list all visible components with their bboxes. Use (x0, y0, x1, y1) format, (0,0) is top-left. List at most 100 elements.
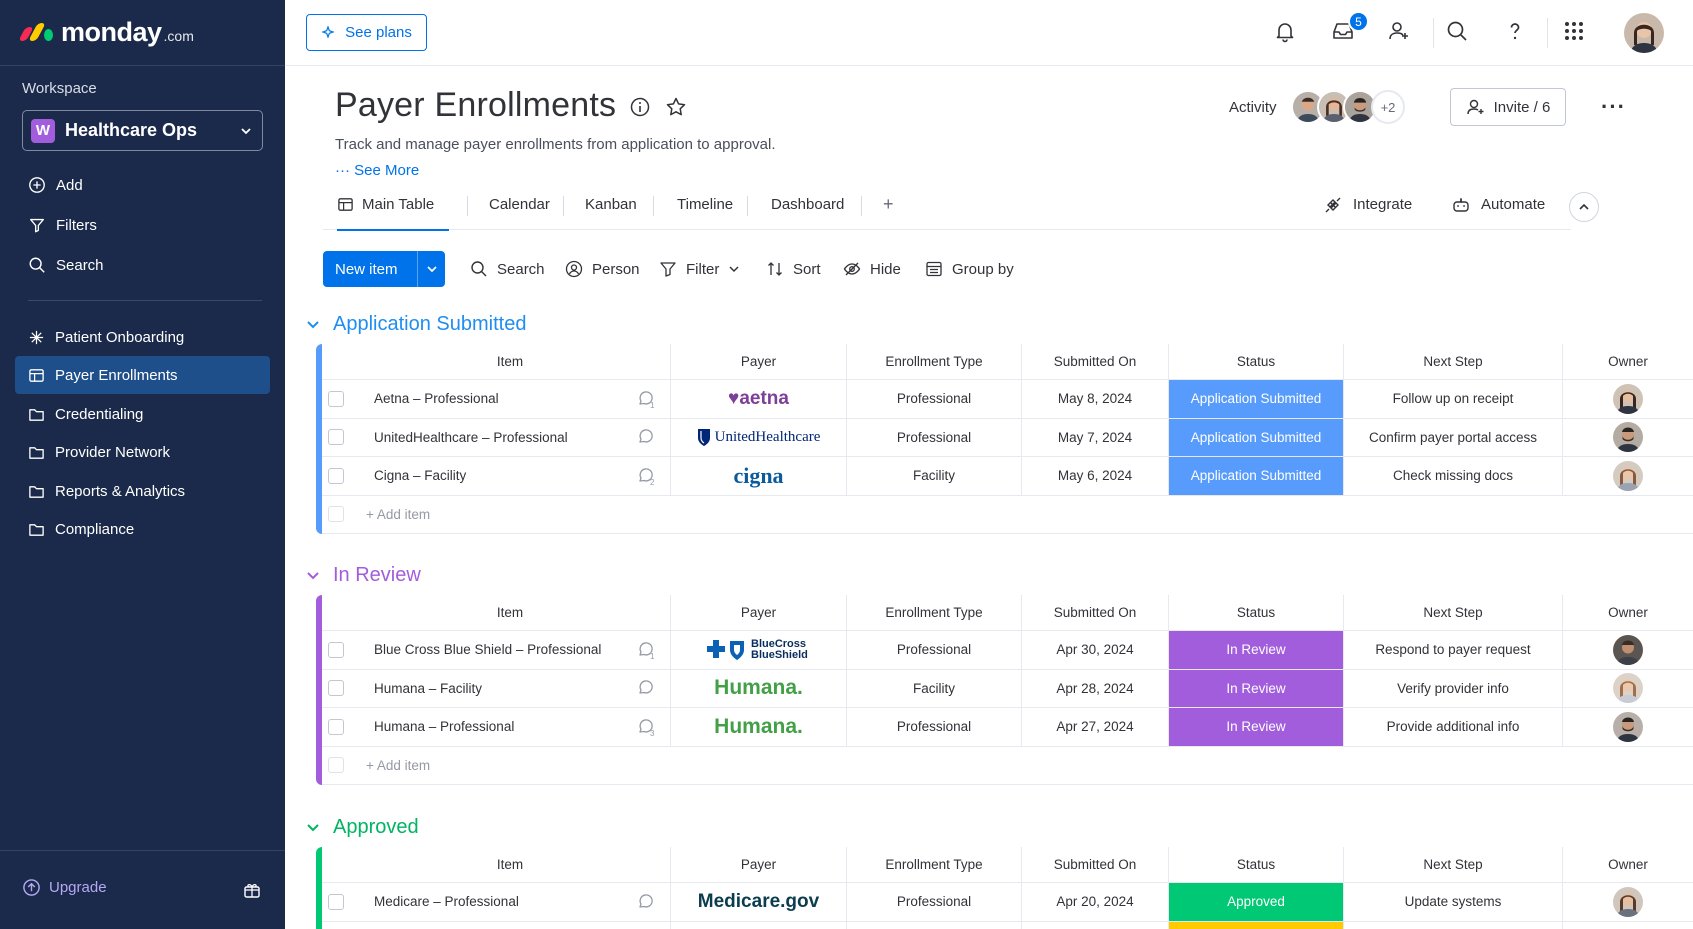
submitted-on-cell[interactable]: Apr 28, 2024 (1022, 669, 1169, 707)
status-cell[interactable]: In Review (1169, 669, 1344, 707)
column-header-next-step[interactable]: Next Step (1344, 847, 1563, 882)
toolbar-search[interactable]: Search (470, 251, 545, 287)
column-header-payer[interactable]: Payer (671, 344, 847, 379)
column-header-owner[interactable]: Owner (1563, 595, 1693, 630)
add-item-input[interactable]: + Add item (350, 758, 430, 773)
group-header-in-review[interactable]: In Review (305, 560, 421, 590)
add-item-row[interactable]: + Add item (322, 747, 1693, 785)
sidebar-item-reports-analytics[interactable]: Reports & Analytics (15, 472, 270, 510)
table-row[interactable]: UnitedHealthcare – Professional UnitedHe… (322, 418, 1693, 457)
item-cell[interactable]: UnitedHealthcare – Professional (350, 418, 671, 456)
group-title[interactable]: Application Submitted (333, 313, 526, 336)
see-more-link[interactable]: ··· See More (335, 162, 419, 179)
row-checkbox[interactable] (328, 893, 344, 910)
row-checkbox[interactable] (328, 467, 344, 484)
apps-button[interactable] (1561, 18, 1587, 44)
status-cell[interactable]: Application Submitted (1169, 418, 1344, 456)
invite-members-button[interactable] (1386, 18, 1412, 44)
enrollment-type-cell[interactable]: Professional (847, 708, 1022, 746)
row-checkbox[interactable] (328, 390, 344, 407)
group-header-approved[interactable]: Approved (305, 812, 419, 842)
comment-icon[interactable]: 2 (636, 466, 656, 486)
comment-icon[interactable]: 3 (636, 717, 656, 737)
item-cell[interactable]: Medicare – Professional (350, 883, 671, 921)
invite-button[interactable]: Invite / 6 (1450, 88, 1566, 126)
next-step-cell[interactable]: Verify provider info (1344, 669, 1563, 707)
payer-cell[interactable]: ♥aetna (671, 380, 847, 418)
owner-cell[interactable] (1563, 708, 1693, 746)
enrollment-type-cell[interactable]: Facility (847, 669, 1022, 707)
item-cell[interactable]: Cigna – Facility 2 (350, 457, 671, 495)
toolbar-group-by[interactable]: Group by (925, 251, 1014, 287)
next-step-cell[interactable]: Provide additional info (1344, 708, 1563, 746)
submitted-on-cell[interactable]: Apr 30, 2024 (1022, 631, 1169, 669)
owner-cell[interactable] (1563, 631, 1693, 669)
tab-calendar[interactable]: Calendar (489, 180, 550, 229)
table-row[interactable]: Aetna – Professional 1 ♥aetna Profession… (322, 380, 1693, 419)
column-header-item[interactable]: Item (350, 847, 671, 882)
table-row[interactable]: Humana – Facility Humana. Facility Apr 2… (322, 669, 1693, 708)
column-header-next-step[interactable]: Next Step (1344, 344, 1563, 379)
new-item-button[interactable]: New item (323, 251, 445, 287)
column-header-submitted-on[interactable]: Submitted On (1022, 344, 1169, 379)
comment-icon[interactable] (636, 892, 656, 912)
tab-timeline[interactable]: Timeline (677, 180, 733, 229)
tab-dashboard[interactable]: Dashboard (771, 180, 844, 229)
comment-icon[interactable] (636, 427, 656, 447)
see-plans-button[interactable]: See plans (306, 14, 427, 51)
integrate-button[interactable]: Integrate (1323, 180, 1412, 229)
automate-button[interactable]: Automate (1451, 180, 1545, 229)
status-cell[interactable]: Application Submitted (1169, 380, 1344, 418)
help-button[interactable] (1502, 18, 1528, 44)
chevron-down-icon[interactable] (305, 567, 321, 583)
payer-cell[interactable]: Humana. (671, 708, 847, 746)
activity-avatars[interactable]: +2 (1291, 90, 1405, 126)
comment-icon[interactable]: 1 (636, 389, 656, 409)
row-checkbox[interactable] (328, 680, 344, 697)
payer-cell[interactable]: UnitedHealthcare (671, 418, 847, 456)
group-title[interactable]: Approved (333, 816, 419, 839)
tab-kanban[interactable]: Kanban (585, 180, 637, 229)
row-checkbox[interactable] (328, 718, 344, 735)
sidebar-item-payer-enrollments[interactable]: Payer Enrollments (15, 356, 270, 394)
collapse-header-button[interactable] (1569, 192, 1599, 222)
owner-cell[interactable] (1563, 419, 1693, 457)
toolbar-hide[interactable]: Hide (843, 251, 901, 287)
column-header-enrollment-type[interactable]: Enrollment Type (847, 595, 1022, 630)
column-header-enrollment-type[interactable]: Enrollment Type (847, 344, 1022, 379)
column-header-payer[interactable]: Payer (671, 847, 847, 882)
sidebar-item-compliance[interactable]: Compliance (15, 510, 270, 548)
submitted-on-cell[interactable]: Apr 20, 2024 (1022, 883, 1169, 921)
table-row[interactable]: Cigna – Facility 2 cigna Facility May 6,… (322, 457, 1693, 496)
sidebar-item-patient-onboarding[interactable]: Patient Onboarding (15, 318, 270, 356)
owner-cell[interactable] (1563, 457, 1693, 495)
status-cell[interactable]: Application Submitted (1169, 457, 1344, 495)
owner-cell[interactable] (1563, 380, 1693, 418)
page-title[interactable]: Payer Enrollments (335, 86, 616, 125)
add-item-row[interactable]: + Add item (322, 496, 1693, 534)
group-header-application-submitted[interactable]: Application Submitted (305, 309, 526, 339)
tab-main-table[interactable]: Main Table (337, 180, 449, 231)
column-header-item[interactable]: Item (350, 595, 671, 630)
sidebar-search[interactable]: Search (28, 253, 104, 277)
column-header-payer[interactable]: Payer (671, 595, 847, 630)
status-cell[interactable]: Approved (1169, 883, 1344, 921)
next-step-cell[interactable]: Confirm payer portal access (1344, 418, 1563, 456)
enrollment-type-cell[interactable]: Professional (847, 631, 1022, 669)
row-checkbox[interactable] (328, 641, 344, 658)
brand-logo[interactable]: monday .com (18, 14, 194, 50)
payer-cell[interactable]: Medicare.gov (671, 883, 847, 921)
table-row[interactable]: Humana – Professional 3 Humana. Professi… (322, 708, 1693, 747)
payer-cell[interactable]: Humana. (671, 669, 847, 707)
sidebar-item-credentialing[interactable]: Credentialing (15, 395, 270, 433)
owner-cell[interactable] (1563, 883, 1693, 921)
search-button[interactable] (1444, 18, 1470, 44)
next-step-cell[interactable]: Follow up on receipt (1344, 380, 1563, 418)
column-header-enrollment-type[interactable]: Enrollment Type (847, 847, 1022, 882)
column-header-owner[interactable]: Owner (1563, 847, 1693, 882)
next-step-cell[interactable]: Respond to payer request (1344, 631, 1563, 669)
submitted-on-cell[interactable]: May 8, 2024 (1022, 380, 1169, 418)
new-item-dropdown[interactable] (418, 263, 445, 275)
enrollment-type-cell[interactable]: Professional (847, 380, 1022, 418)
next-step-cell[interactable]: Check missing docs (1344, 457, 1563, 495)
